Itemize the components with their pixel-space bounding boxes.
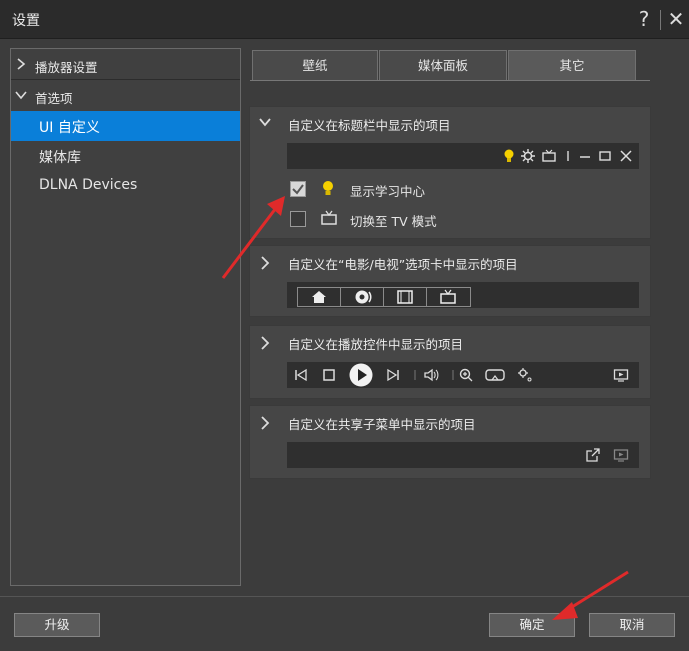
film-icon	[397, 290, 413, 304]
cast-icon	[613, 449, 629, 462]
chevron-right-icon	[17, 58, 26, 70]
minimize-icon	[580, 156, 590, 158]
section-titlebar-items: 自定义在标题栏中显示的项目 显示学习中心 切换至 TV 模式	[249, 106, 651, 239]
sidebar-group-preferences[interactable]: 首选项	[11, 80, 240, 110]
section-title: 自定义在播放控件中显示的项目	[288, 337, 464, 352]
separator-icon	[567, 151, 569, 161]
tab-wallpaper[interactable]: 壁纸	[252, 50, 378, 81]
tab-other[interactable]: 其它	[508, 50, 636, 81]
titlebar-preview-bar	[287, 143, 639, 169]
option-label: 显示学习中心	[350, 184, 426, 199]
sidebar-group-label: 首选项	[35, 91, 73, 106]
dialog-footer	[0, 596, 689, 651]
disc-icon	[355, 290, 372, 304]
chevron-right-icon	[261, 416, 270, 430]
sidebar-item-dlna-devices[interactable]: DLNA Devices	[11, 171, 240, 201]
next-icon	[387, 368, 399, 382]
section-playback-items: 自定义在播放控件中显示的项目	[249, 325, 651, 399]
upgrade-button[interactable]: 升级	[14, 613, 100, 637]
home-icon	[312, 291, 326, 303]
sidebar-item-media-library[interactable]: 媒体库	[11, 141, 240, 171]
bulb-icon	[504, 149, 514, 162]
window-title: 设置	[12, 13, 40, 29]
ok-button[interactable]: 确定	[489, 613, 575, 637]
tab-underline	[250, 80, 650, 81]
playback-preview-bar	[287, 362, 639, 388]
sidebar-group-label: 播放器设置	[35, 60, 98, 75]
sidebar-item-label: 媒体库	[39, 150, 81, 166]
close-window-button[interactable]: ✕	[664, 6, 688, 32]
vr-icon	[485, 369, 505, 381]
close-icon	[620, 150, 632, 162]
checkbox-checked[interactable]	[290, 181, 306, 197]
tv-icon	[542, 149, 556, 162]
titlebar-divider	[660, 10, 661, 30]
tab-media-panel[interactable]: 媒体面板	[379, 50, 507, 81]
section-movie-tab-items: 自定义在“电影/电视”选项卡中显示的项目	[249, 245, 651, 317]
section-share-items: 自定义在共享子菜单中显示的项目	[249, 405, 651, 479]
chevron-right-icon	[261, 336, 270, 350]
bulb-icon	[323, 181, 333, 195]
check-mark-icon	[292, 184, 304, 195]
tv-segment	[427, 288, 469, 306]
stop-icon	[323, 369, 335, 381]
checkbox-unchecked[interactable]	[290, 211, 306, 227]
gear-icon	[521, 149, 535, 163]
zoom-icon	[459, 368, 473, 382]
share-out-icon	[586, 448, 600, 462]
cancel-button[interactable]: 取消	[589, 613, 675, 637]
previous-icon	[295, 368, 307, 382]
settings-icon	[518, 368, 532, 382]
section-title: 自定义在标题栏中显示的项目	[288, 118, 451, 133]
chevron-down-icon	[259, 118, 271, 127]
share-preview-bar	[287, 442, 639, 468]
option-label: 切换至 TV 模式	[350, 214, 437, 229]
movie-tab-icon-group	[297, 287, 471, 307]
tv-icon	[321, 210, 337, 225]
screen-icon	[613, 369, 629, 382]
sidebar-item-label: DLNA Devices	[39, 177, 138, 193]
help-button[interactable]: ?	[632, 6, 656, 32]
chevron-down-icon	[15, 91, 27, 100]
volume-icon	[424, 368, 439, 382]
sidebar-group-player-settings[interactable]: 播放器设置	[11, 49, 240, 79]
film-segment	[384, 288, 427, 306]
sidebar-item-ui-customize[interactable]: UI 自定义	[11, 111, 240, 141]
separator-icon	[414, 370, 416, 380]
window-titlebar: 设置 ? ✕	[0, 0, 689, 39]
tv-icon	[440, 289, 456, 304]
section-title: 自定义在“电影/电视”选项卡中显示的项目	[288, 257, 518, 272]
settings-sidebar: 播放器设置 首选项 UI 自定义 媒体库 DLNA Devices	[10, 48, 241, 586]
sidebar-item-label: UI 自定义	[39, 120, 100, 136]
maximize-icon	[599, 151, 611, 161]
chevron-right-icon	[261, 256, 270, 270]
section-title: 自定义在共享子菜单中显示的项目	[288, 417, 476, 432]
disc-segment	[341, 288, 384, 306]
home-segment	[298, 288, 341, 306]
play-icon	[349, 363, 373, 387]
